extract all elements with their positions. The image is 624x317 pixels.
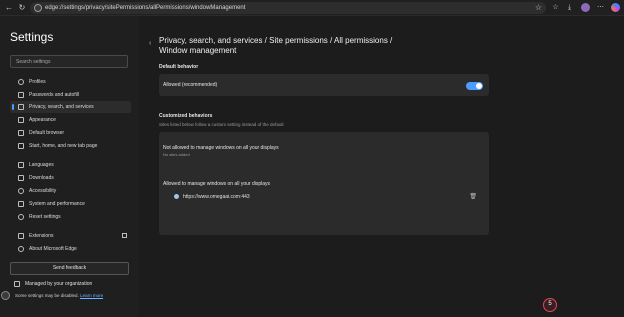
sidebar-item-label: Downloads	[29, 175, 54, 181]
download-icon	[18, 175, 24, 181]
sidebar-item-system[interactable]: System and performance	[10, 198, 131, 210]
edge-icon	[18, 246, 24, 252]
sidebar-item-label: Extensions	[29, 233, 54, 239]
search-placeholder: Search settings	[16, 59, 51, 65]
allowed-title: Allowed to manage windows on all your di…	[163, 181, 271, 187]
sidebar-item-profiles[interactable]: Profiles	[10, 76, 131, 88]
language-icon	[18, 162, 24, 168]
reset-icon	[18, 214, 24, 220]
sidebar-item-languages[interactable]: Languages	[10, 159, 131, 171]
home-icon	[18, 143, 24, 149]
sidebar-item-label: Accessibility	[29, 188, 57, 194]
allowed-toggle[interactable]	[466, 82, 483, 90]
info-icon	[1, 291, 10, 300]
sidebar-item-label: Default browser	[29, 130, 65, 136]
main-content: ‹ Privacy, search, and services / Site p…	[139, 16, 624, 317]
customized-subtext: Sites listed below follow a custom setti…	[159, 122, 284, 127]
back-icon[interactable]: ←	[4, 3, 14, 13]
url-text[interactable]: edge://settings/privacy/sitePermissions/…	[45, 3, 245, 13]
sidebar-item-default-browser[interactable]: Default browser	[10, 127, 131, 139]
sidebar-item-downloads[interactable]: Downloads	[10, 172, 131, 184]
menu-icon[interactable]: ⋯	[596, 3, 605, 12]
accessibility-icon	[18, 188, 24, 194]
downloads-icon[interactable]: ⤓	[565, 3, 574, 12]
sidebar-item-label: Appearance	[29, 117, 56, 123]
toggle-label: Allowed (recommended)	[163, 82, 218, 88]
sidebar-item-about[interactable]: About Microsoft Edge	[10, 243, 131, 255]
customized-card: Not allowed to manage windows on all you…	[159, 132, 489, 235]
site-url: https://www.omegaai.com:443	[183, 194, 250, 200]
system-icon	[18, 201, 24, 207]
chevron-left-icon[interactable]: ‹	[149, 40, 151, 47]
sidebar-item-label: Profiles	[29, 79, 46, 85]
browser-icon	[18, 130, 24, 136]
search-input[interactable]: Search settings	[10, 55, 128, 68]
learn-more-link[interactable]: Learn more	[80, 293, 103, 298]
sidebar-item-label: About Microsoft Edge	[29, 246, 77, 252]
settings-title: Settings	[10, 30, 54, 44]
not-allowed-empty: No sites added	[163, 152, 190, 157]
key-icon	[18, 92, 24, 98]
sidebar-item-appearance[interactable]: Appearance	[10, 114, 131, 126]
sidebar-item-label: Reset settings	[29, 214, 61, 220]
sidebar-item-start-home[interactable]: Start, home, and new tab page	[10, 140, 131, 152]
sidebar-item-label: Start, home, and new tab page	[29, 143, 98, 149]
building-icon	[14, 281, 20, 287]
not-allowed-title: Not allowed to manage windows on all you…	[163, 145, 279, 151]
lock-icon	[18, 104, 24, 110]
list-item[interactable]: https://www.omegaai.com:443 🗑	[159, 192, 489, 202]
copilot-icon[interactable]	[611, 3, 620, 12]
address-bar[interactable]: edge://settings/privacy/sitePermissions/…	[30, 2, 546, 14]
sidebar-item-extensions[interactable]: Extensions	[10, 230, 131, 242]
globe-icon	[174, 194, 179, 199]
person-icon	[18, 79, 24, 85]
sidebar-item-label: Languages	[29, 162, 54, 168]
default-behavior-heading: Default behavior	[159, 64, 199, 70]
disabled-notice: Some settings may be disabled. Learn mor…	[0, 291, 139, 300]
sidebar-item-passwords[interactable]: Passwords and autofill	[10, 89, 131, 101]
profile-avatar[interactable]	[581, 3, 590, 12]
external-link-icon	[122, 233, 127, 238]
puzzle-icon	[18, 233, 24, 239]
disabled-text: Some settings may be disabled.	[15, 293, 79, 298]
toggle-knob	[476, 83, 482, 89]
sidebar-item-label: Privacy, search, and services	[29, 104, 94, 110]
brush-icon	[18, 117, 24, 123]
star-icon[interactable]: ☆	[535, 2, 542, 14]
refresh-icon[interactable]: ↻	[17, 3, 27, 13]
trash-icon[interactable]: 🗑	[469, 193, 477, 201]
disabled-text-wrap: Some settings may be disabled. Learn mor…	[15, 292, 103, 300]
managed-text: Managed by your organization	[25, 281, 93, 287]
sidebar-item-label: Passwords and autofill	[29, 92, 80, 98]
sidebar-item-reset[interactable]: Reset settings	[10, 211, 131, 223]
edge-logo-icon	[34, 4, 42, 12]
sidebar-item-label: System and performance	[29, 201, 85, 207]
customized-heading: Customized behaviors	[159, 113, 213, 119]
sidebar-item-accessibility[interactable]: Accessibility	[10, 185, 131, 197]
favorites-icon[interactable]: ☆	[551, 3, 560, 12]
page-title: Window management	[159, 46, 237, 55]
settings-sidebar: Settings Search settings Profiles Passwo…	[0, 16, 139, 317]
notification-badge[interactable]: 5	[543, 298, 557, 312]
default-behavior-card: Allowed (recommended)	[159, 74, 489, 96]
breadcrumb[interactable]: Privacy, search, and services / Site per…	[159, 36, 392, 46]
sidebar-item-privacy[interactable]: Privacy, search, and services	[10, 101, 131, 113]
send-feedback-button[interactable]: Send feedback	[10, 262, 129, 275]
browser-toolbar: ← ↻ edge://settings/privacy/sitePermissi…	[0, 0, 624, 16]
